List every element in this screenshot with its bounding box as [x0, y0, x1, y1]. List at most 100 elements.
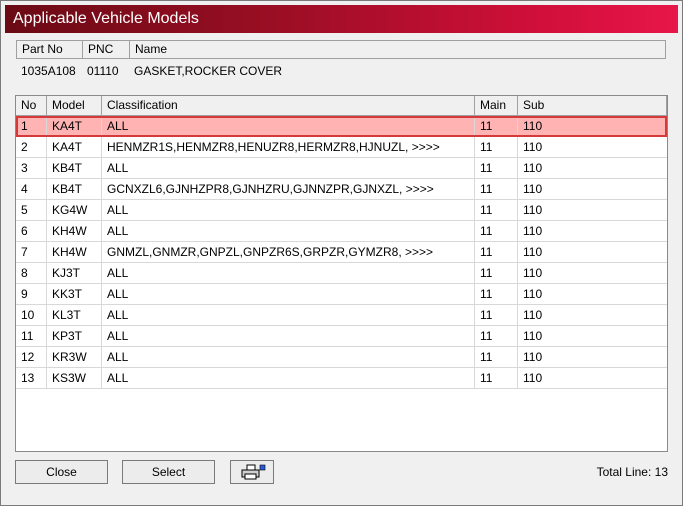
cell-sub: 110 — [523, 161, 543, 175]
cell-classification: ALL — [102, 326, 475, 346]
cell-no: 5 — [16, 200, 47, 220]
pnc-value: 01110 — [87, 64, 119, 78]
printer-icon — [241, 464, 266, 480]
select-button[interactable]: Select — [122, 460, 215, 484]
vehicle-models-grid[interactable]: No Model Classification Main Sub 1 KA4T AL… — [15, 95, 668, 452]
cell-sub: 110 — [523, 371, 543, 385]
cell-classification: ALL — [102, 116, 475, 136]
column-header-no[interactable]: No — [16, 96, 47, 115]
table-row[interactable]: 13 KS3W ALL 11 110 — [16, 368, 667, 389]
cell-sub: 110 — [523, 266, 543, 280]
part-no-value: 1035A108 — [21, 64, 76, 78]
table-row[interactable]: 6 KH4W ALL 11 110 — [16, 221, 667, 242]
cell-main: 11 — [475, 200, 518, 220]
cell-main: 11 — [475, 137, 518, 157]
cell-sub: 110 — [523, 203, 543, 217]
column-header-sub[interactable]: Sub — [518, 96, 667, 115]
title-bar[interactable]: Applicable Vehicle Models — [5, 5, 678, 33]
cell-sub: 110 — [523, 287, 543, 301]
part-info-header: Part No PNC Name — [16, 40, 666, 59]
applicable-vehicle-models-dialog: Applicable Vehicle Models Part No PNC Na… — [0, 0, 683, 506]
cell-model: KB4T — [47, 179, 102, 199]
cell-sub: 110 — [523, 245, 543, 259]
name-header: Name — [135, 42, 168, 56]
cell-no: 6 — [16, 221, 47, 241]
table-row[interactable]: 11 KP3T ALL 11 110 — [16, 326, 667, 347]
cell-classification: ALL — [102, 368, 475, 388]
cell-main: 11 — [475, 284, 518, 304]
part-name-value: GASKET,ROCKER COVER — [134, 64, 283, 78]
cell-classification: GNMZL,GNMZR,GNPZL,GNPZR6S,GRPZR,GYMZR8, … — [102, 242, 475, 262]
cell-classification: HENMZR1S,HENMZR8,HENUZR8,HERMZR8,HJNUZL,… — [102, 137, 475, 157]
pnc-header: PNC — [83, 41, 130, 58]
cell-classification: GCNXZL6,GJNHZPR8,GJNHZRU,GJNNZPR,GJNXZL,… — [102, 179, 475, 199]
cell-no: 11 — [16, 326, 47, 346]
cell-main: 11 — [475, 305, 518, 325]
cell-model: KH4W — [47, 221, 102, 241]
table-row[interactable]: 9 KK3T ALL 11 110 — [16, 284, 667, 305]
cell-main: 11 — [475, 242, 518, 262]
cell-sub: 110 — [523, 329, 543, 343]
column-header-model[interactable]: Model — [47, 96, 102, 115]
cell-model: KP3T — [47, 326, 102, 346]
cell-model: KA4T — [47, 116, 102, 136]
close-button[interactable]: Close — [15, 460, 108, 484]
cell-model: KG4W — [47, 200, 102, 220]
cell-sub: 110 — [523, 224, 543, 238]
table-row[interactable]: 2 KA4T HENMZR1S,HENMZR8,HENUZR8,HERMZR8,HJ… — [16, 137, 667, 158]
cell-sub: 110 — [523, 119, 543, 133]
cell-model: KR3W — [47, 347, 102, 367]
grid-rows: 1 KA4T ALL 11 110 2 KA4T HENMZR1S,HENMZR8,HENUZ… — [16, 116, 667, 389]
cell-main: 11 — [475, 263, 518, 283]
cell-main: 11 — [475, 347, 518, 367]
cell-model: KS3W — [47, 368, 102, 388]
table-row[interactable]: 5 KG4W ALL 11 110 — [16, 200, 667, 221]
cell-sub: 110 — [523, 308, 543, 322]
cell-main: 11 — [475, 158, 518, 178]
cell-main: 11 — [475, 179, 518, 199]
cell-classification: ALL — [102, 284, 475, 304]
table-row[interactable]: 12 KR3W ALL 11 110 — [16, 347, 667, 368]
cell-no: 12 — [16, 347, 47, 367]
cell-main: 11 — [475, 326, 518, 346]
cell-classification: ALL — [102, 221, 475, 241]
table-row[interactable]: 8 KJ3T ALL 11 110 — [16, 263, 667, 284]
cell-classification: ALL — [102, 200, 475, 220]
cell-classification: ALL — [102, 158, 475, 178]
cell-no: 7 — [16, 242, 47, 262]
table-row[interactable]: 1 KA4T ALL 11 110 — [16, 116, 667, 137]
part-no-header: Part No — [17, 41, 83, 58]
cell-classification: ALL — [102, 347, 475, 367]
total-line-count: Total Line: 13 — [596, 465, 668, 479]
grid-header: No Model Classification Main Sub — [16, 96, 667, 116]
cell-no: 2 — [16, 137, 47, 157]
column-header-classification[interactable]: Classification — [102, 96, 475, 115]
cell-model: KK3T — [47, 284, 102, 304]
table-row[interactable]: 10 KL3T ALL 11 110 — [16, 305, 667, 326]
print-button[interactable] — [230, 460, 274, 484]
cell-main: 11 — [475, 221, 518, 241]
cell-no: 1 — [16, 116, 47, 136]
cell-classification: ALL — [102, 305, 475, 325]
table-row[interactable]: 4 KB4T GCNXZL6,GJNHZPR8,GJNHZRU,GJNNZPR,GJ… — [16, 179, 667, 200]
cell-model: KA4T — [47, 137, 102, 157]
cell-model: KB4T — [47, 158, 102, 178]
column-header-main[interactable]: Main — [475, 96, 518, 115]
cell-sub: 110 — [523, 350, 543, 364]
cell-main: 11 — [475, 116, 518, 136]
cell-no: 8 — [16, 263, 47, 283]
cell-model: KL3T — [47, 305, 102, 325]
cell-no: 10 — [16, 305, 47, 325]
table-row[interactable]: 7 KH4W GNMZL,GNMZR,GNPZL,GNPZR6S,GRPZR,GYM… — [16, 242, 667, 263]
cell-no: 3 — [16, 158, 47, 178]
cell-classification: ALL — [102, 263, 475, 283]
cell-no: 9 — [16, 284, 47, 304]
cell-model: KH4W — [47, 242, 102, 262]
cell-main: 11 — [475, 368, 518, 388]
cell-no: 4 — [16, 179, 47, 199]
cell-sub: 110 — [523, 140, 543, 154]
table-row[interactable]: 3 KB4T ALL 11 110 — [16, 158, 667, 179]
cell-model: KJ3T — [47, 263, 102, 283]
window-title: Applicable Vehicle Models — [13, 10, 199, 27]
cell-no: 13 — [16, 368, 47, 388]
